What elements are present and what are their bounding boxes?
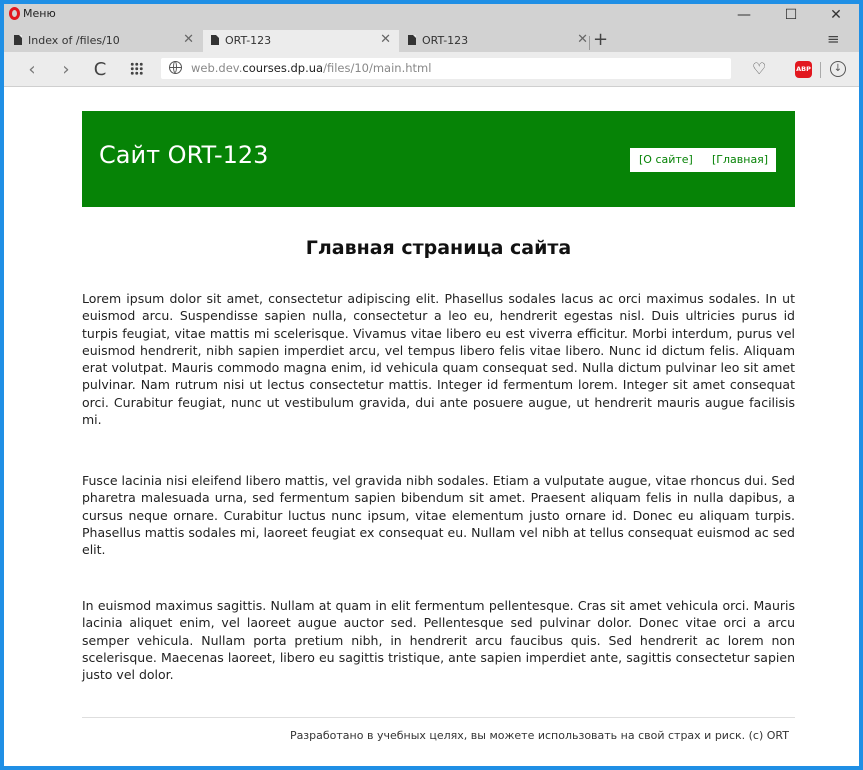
adblock-icon[interactable]: ABP	[795, 61, 812, 78]
nav-link-home[interactable]: [Главная]	[712, 153, 768, 166]
minimize-button[interactable]: —	[721, 4, 767, 26]
address-bar[interactable]: web.dev.courses.dp.ua/files/10/main.html	[161, 58, 731, 79]
maximize-button[interactable]: ☐	[768, 4, 814, 26]
new-tab-button[interactable]: +	[593, 29, 608, 50]
browser-window: Меню — ☐ ✕ Index of /files/10 ✕ ORT-123 …	[0, 0, 863, 770]
paragraph-1: Lorem ipsum dolor sit amet, consectetur …	[82, 291, 795, 428]
globe-icon	[169, 61, 182, 74]
toolbar-separator	[820, 62, 821, 78]
nav-link-about[interactable]: [О сайте]	[639, 153, 693, 166]
url-text[interactable]: web.dev.courses.dp.ua/files/10/main.html	[191, 61, 431, 75]
opera-logo-icon[interactable]	[9, 7, 20, 20]
footer-text: Разработано в учебных целях, вы можете и…	[289, 729, 789, 742]
tab-separator	[589, 36, 590, 50]
title-bar: Меню — ☐ ✕	[4, 4, 859, 26]
tab-title: ORT-123	[225, 34, 272, 47]
close-tab-icon[interactable]: ✕	[380, 32, 391, 47]
tab-title: ORT-123	[422, 34, 469, 47]
footer-divider	[82, 717, 795, 718]
tab-menu-icon[interactable]: ≡	[827, 30, 840, 48]
menu-button[interactable]: Меню	[23, 7, 56, 20]
download-icon[interactable]: ↓	[830, 61, 846, 77]
speed-dial-icon[interactable]	[130, 62, 143, 75]
close-window-button[interactable]: ✕	[813, 4, 859, 26]
site-nav: [О сайте] [Главная]	[630, 148, 776, 172]
paragraph-2: Fusce lacinia nisi eleifend libero matti…	[82, 473, 795, 558]
forward-button[interactable]: ›	[56, 59, 76, 80]
reload-button[interactable]: C	[90, 59, 110, 80]
tab-title: Index of /files/10	[28, 34, 120, 47]
page-icon	[211, 35, 219, 45]
close-tab-icon[interactable]: ✕	[577, 32, 588, 47]
tab-index-files[interactable]: Index of /files/10 ✕	[6, 30, 202, 52]
paragraph-3: In euismod maximus sagittis. Nullam at q…	[82, 598, 795, 683]
page-title: Главная страница сайта	[305, 237, 572, 259]
web-page: Сайт ORT-123 [О сайте] [Главная] Главная…	[4, 87, 859, 766]
page-icon	[408, 35, 416, 45]
tab-ort-123[interactable]: ORT-123 ✕	[400, 30, 596, 52]
back-button[interactable]: ‹	[22, 59, 42, 80]
tab-ort-123-active[interactable]: ORT-123 ✕	[203, 30, 399, 52]
site-title: Сайт ORT-123	[99, 141, 269, 169]
page-icon	[14, 35, 22, 45]
site-header: Сайт ORT-123 [О сайте] [Главная]	[82, 111, 795, 207]
close-tab-icon[interactable]: ✕	[183, 32, 194, 47]
toolbar: ‹ › C web.dev.courses.dp.ua/files/10/mai…	[4, 52, 859, 87]
tab-strip: Index of /files/10 ✕ ORT-123 ✕ ORT-123 ✕	[4, 26, 859, 52]
bookmark-heart-icon[interactable]: ♡	[752, 61, 766, 77]
